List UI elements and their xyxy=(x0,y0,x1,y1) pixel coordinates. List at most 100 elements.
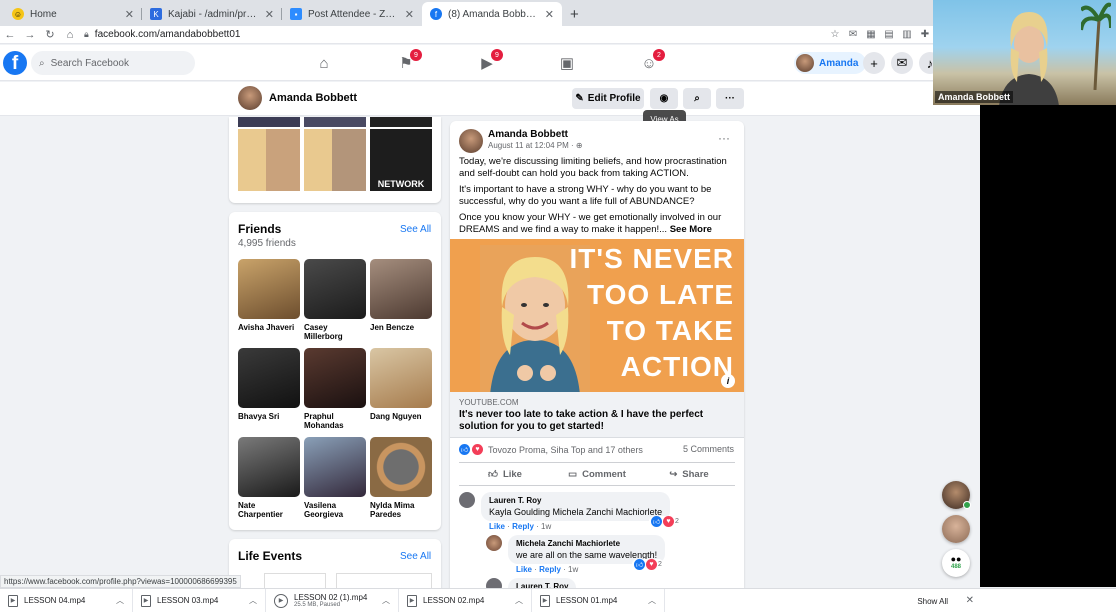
comment-reply-link[interactable]: Reply xyxy=(539,565,561,574)
download-item[interactable]: ▶ LESSON 04.mp4 ︿ xyxy=(0,588,133,612)
avatar[interactable] xyxy=(238,86,262,110)
groups-icon[interactable]: ☺ 2 xyxy=(639,49,665,73)
close-icon[interactable]: ✕ xyxy=(265,8,274,21)
home-favicon-icon: ☺ xyxy=(12,8,24,20)
friend-tile[interactable]: Nate Charpentier xyxy=(238,437,300,519)
chevron-up-icon[interactable]: ︿ xyxy=(249,595,257,606)
search-profile-button[interactable]: ⌕ xyxy=(683,88,711,109)
facebook-logo-icon[interactable]: f xyxy=(3,51,27,75)
life-events-see-all-link[interactable]: See All xyxy=(400,551,431,562)
watch-video-icon[interactable]: ▶ 9 xyxy=(477,49,503,73)
contacts-chat-head[interactable]: ●● 488 xyxy=(942,549,970,577)
download-item[interactable]: ▶ LESSON 02 (1).mp4 25.5 MB, Paused ︿ xyxy=(266,588,399,612)
new-tab-button[interactable]: + xyxy=(562,2,587,26)
chevron-up-icon[interactable]: ︿ xyxy=(382,595,390,606)
paused-progress-icon: ▶ xyxy=(274,593,288,608)
download-name: LESSON 03.mp4 xyxy=(157,596,219,605)
pages-flag-icon[interactable]: ⚑ 9 xyxy=(396,49,422,73)
browser-tab-kajabi[interactable]: K Kajabi - /admin/products/5195 ✕ xyxy=(142,2,282,26)
photo-thumb[interactable] xyxy=(238,129,300,191)
browser-tab-facebook[interactable]: f (8) Amanda Bobbett | Facebook ✕ xyxy=(422,2,562,26)
photo-thumb[interactable] xyxy=(304,129,366,191)
comment-reply-link[interactable]: Reply xyxy=(512,522,534,531)
see-more-link[interactable]: See More xyxy=(670,224,712,235)
chevron-up-icon[interactable]: ︿ xyxy=(116,595,124,606)
photo-caption: NETWORK xyxy=(377,179,425,189)
home-icon[interactable]: ⌂ xyxy=(64,29,76,41)
view-as-button[interactable]: ◉ xyxy=(650,88,678,109)
friends-count: 4,995 friends xyxy=(238,238,296,249)
url-field[interactable]: 🔒︎ facebook.com/amandabobbett01 xyxy=(84,27,822,43)
info-icon[interactable]: i xyxy=(721,374,735,388)
calendar-extension-icon[interactable]: ▦ xyxy=(866,29,876,40)
comment-like-link[interactable]: Like xyxy=(489,522,505,531)
marketplace-store-icon[interactable]: ▣ xyxy=(557,53,577,73)
comment-button[interactable]: ▭ Comment xyxy=(551,463,643,485)
chevron-up-icon[interactable]: ︿ xyxy=(648,595,656,606)
close-icon[interactable]: ✕ xyxy=(545,8,554,21)
pencil-icon: ✎ xyxy=(575,93,584,104)
comment-author[interactable]: Michela Zanchi Machiorlete xyxy=(516,539,657,548)
friend-tile[interactable]: Dang Nguyen xyxy=(370,348,432,421)
comments-count[interactable]: 5 Comments xyxy=(683,444,734,454)
post-author[interactable]: Amanda Bobbett xyxy=(488,129,568,140)
avatar[interactable] xyxy=(486,535,502,551)
browser-tab-home[interactable]: ☺ Home ✕ xyxy=(4,2,142,26)
chevron-up-icon[interactable]: ︿ xyxy=(515,595,523,606)
friend-tile[interactable]: Vasilena Georgieva xyxy=(304,437,366,519)
friend-tile[interactable]: Casey Millerborg xyxy=(304,259,366,341)
home-icon[interactable]: ⌂ xyxy=(314,53,334,73)
avatar[interactable] xyxy=(459,492,475,508)
friend-tile[interactable]: Jen Bencze xyxy=(370,259,432,332)
photo-thumb[interactable] xyxy=(304,117,366,127)
photo-thumb[interactable] xyxy=(370,117,432,127)
forward-arrow-icon[interactable]: → xyxy=(24,29,36,41)
chat-head-avatar[interactable] xyxy=(942,481,971,509)
close-icon[interactable]: ✕ xyxy=(125,8,134,21)
reload-icon[interactable]: ↻ xyxy=(44,28,56,41)
link-preview-caption[interactable]: YOUTUBE.COM It's never too late to take … xyxy=(450,392,744,438)
edit-profile-button[interactable]: ✎ Edit Profile xyxy=(572,88,644,109)
friend-photo xyxy=(304,348,366,408)
table-extension-icon[interactable]: ▤ xyxy=(884,29,894,40)
link-preview-image[interactable]: IT'S NEVER TOO LATE TO TAKE ACTION i xyxy=(450,239,744,392)
download-item[interactable]: ▶ LESSON 02.mp4 ︿ xyxy=(399,588,532,612)
share-button[interactable]: ↪ Share xyxy=(643,463,735,485)
download-item[interactable]: ▶ LESSON 01.mp4 ︿ xyxy=(532,588,665,612)
friends-see-all-link[interactable]: See All xyxy=(400,224,431,235)
more-options-button[interactable]: ··· xyxy=(716,88,744,109)
photo-thumb[interactable] xyxy=(238,117,300,127)
back-arrow-icon[interactable]: ← xyxy=(4,29,16,41)
close-icon[interactable]: ✕ xyxy=(966,595,974,606)
puzzle-extension-icon[interactable]: ✚ xyxy=(920,29,930,40)
friend-photo xyxy=(304,437,366,497)
download-item[interactable]: ▶ LESSON 03.mp4 ︿ xyxy=(133,588,266,612)
friend-tile[interactable]: Praphul Mohandas xyxy=(304,348,366,430)
search-input[interactable]: ⌕ Search Facebook xyxy=(31,51,195,75)
zoom-video-tile[interactable]: Amanda Bobbett xyxy=(933,0,1116,105)
comment-author[interactable]: Lauren T. Roy xyxy=(489,496,662,505)
show-all-downloads-button[interactable]: Show All xyxy=(917,597,948,606)
post-more-icon[interactable]: ··· xyxy=(718,131,730,145)
friend-tile[interactable]: Avisha Jhaveri xyxy=(238,259,300,332)
friend-tile[interactable]: Nylda Mima Paredes xyxy=(370,437,432,519)
chat-head-avatar[interactable] xyxy=(942,515,970,543)
create-plus-icon[interactable]: + xyxy=(863,52,885,74)
bookmark-star-icon[interactable]: ☆ xyxy=(830,29,840,40)
like-button[interactable]: 👍︎ Like xyxy=(459,463,551,485)
comment-reactions[interactable]: 👍︎ ♥ 2 xyxy=(649,516,681,527)
messenger-icon[interactable]: ✉ xyxy=(891,52,913,74)
mail-extension-icon[interactable]: ✉ xyxy=(848,29,858,40)
photo-thumb[interactable]: NETWORK xyxy=(370,129,432,191)
browser-tab-zoom[interactable]: ▪ Post Attendee - Zoom ✕ xyxy=(282,2,422,26)
comment-like-link[interactable]: Like xyxy=(516,565,532,574)
profile-shortcut[interactable]: Amanda xyxy=(794,52,867,74)
grid-extension-icon[interactable]: ▥ xyxy=(902,29,912,40)
reaction-summary[interactable]: 👍︎ ♥ Tovozo Proma, Siha Top and 17 other… xyxy=(459,444,643,455)
comment-reactions[interactable]: 👍︎ ♥ 2 xyxy=(632,559,664,570)
close-icon[interactable]: ✕ xyxy=(405,8,414,21)
avatar[interactable] xyxy=(459,129,483,153)
friend-tile[interactable]: Bhavya Sri xyxy=(238,348,300,421)
post-date[interactable]: August 11 at 12:04 PM · ⊕ xyxy=(488,141,583,150)
profile-header-name[interactable]: Amanda Bobbett xyxy=(269,92,357,104)
